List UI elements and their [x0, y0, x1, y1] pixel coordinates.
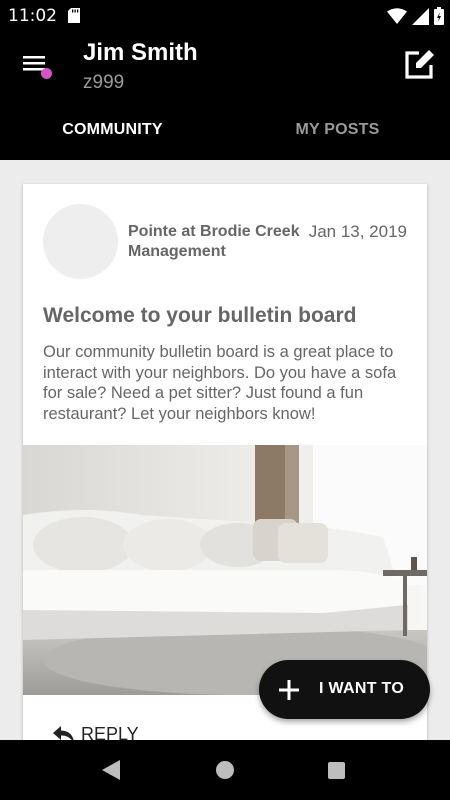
system-icons: [387, 7, 444, 25]
sd-card-icon: [68, 8, 80, 23]
post-title: Welcome to your bulletin board: [43, 304, 357, 327]
wifi-icon: [387, 8, 407, 24]
compose-button[interactable]: [402, 48, 436, 82]
edit-icon: [405, 50, 434, 79]
sofa-photo: [23, 445, 427, 695]
system-nav-bar: [0, 740, 450, 800]
author-avatar: [43, 204, 118, 279]
menu-button[interactable]: [20, 51, 54, 83]
post-card: Pointe at Brodie Creek Management Jan 13…: [23, 184, 427, 740]
fab-label: I WANT TO: [319, 680, 405, 697]
post-body: Our community bulletin board is a great …: [43, 343, 397, 423]
reply-button[interactable]: REPLY: [53, 724, 139, 740]
user-name: Jim Smith: [83, 39, 198, 66]
back-icon[interactable]: [102, 760, 120, 780]
status-time: 11:02: [8, 6, 57, 26]
post-image[interactable]: [23, 445, 427, 695]
plus-icon: [279, 680, 299, 700]
user-code: z999: [83, 72, 125, 93]
tab-bar: COMMUNITY MY POSTS: [0, 102, 450, 160]
recent-apps-icon[interactable]: [328, 762, 345, 779]
tab-community[interactable]: COMMUNITY: [0, 102, 225, 160]
author-name: Pointe at Brodie Creek Management: [128, 223, 300, 260]
app-bar: Jim Smith z999: [0, 32, 450, 102]
status-bar: 11:02: [0, 0, 450, 32]
reply-icon: [53, 725, 74, 740]
i-want-to-button[interactable]: I WANT TO: [259, 660, 430, 719]
battery-icon: [434, 7, 444, 25]
notification-badge: [41, 68, 52, 79]
reply-label: REPLY: [81, 724, 139, 740]
signal-icon: [412, 7, 429, 25]
tab-my-posts[interactable]: MY POSTS: [225, 102, 450, 160]
feed[interactable]: Pointe at Brodie Creek Management Jan 13…: [0, 160, 450, 740]
post-date: Jan 13, 2019: [308, 222, 407, 241]
home-icon[interactable]: [216, 761, 234, 779]
